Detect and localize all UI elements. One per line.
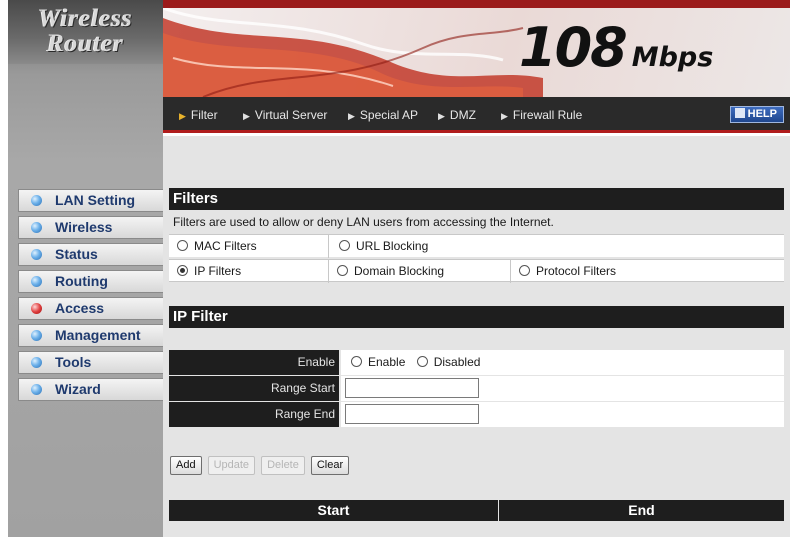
add-button[interactable]: Add [170, 456, 202, 475]
help-label: HELP [747, 108, 777, 120]
tab-label: Special AP [359, 108, 418, 122]
radio-label: URL Blocking [356, 239, 429, 253]
help-icon [734, 108, 745, 118]
arrow-right-icon: ▶ [438, 111, 445, 121]
arrow-right-icon: ▶ [243, 111, 250, 121]
arrow-right-icon: ▶ [179, 111, 186, 121]
filters-heading: Filters [169, 188, 784, 210]
radio-disabled[interactable]: Disabled [416, 355, 481, 369]
top-nav: ▶ Filter ▶ Virtual Server ▶ Special AP ▶ DMZ… [163, 97, 790, 133]
sidebar-item-access[interactable]: Access [18, 297, 163, 320]
enable-row: Enable Enable Disabled [169, 350, 784, 375]
range-end-cell [341, 402, 784, 427]
clear-button[interactable]: Clear [310, 456, 350, 475]
sidebar-item-tools[interactable]: Tools [18, 351, 163, 374]
sidebar-item-label: Tools [55, 354, 92, 370]
radio-label: IP Filters [194, 264, 242, 278]
logo-line-1: Wireless [38, 5, 133, 32]
radio-button[interactable] [416, 356, 428, 367]
radio-label: Domain Blocking [354, 264, 445, 278]
speed-badge: 108 Mbps [519, 16, 713, 86]
radio-label: Protocol Filters [536, 264, 617, 278]
radio-label: Disabled [433, 355, 481, 369]
bullet-icon [31, 384, 42, 395]
enable-value: Enable Disabled [341, 350, 784, 375]
sidebar-item-label: Access [55, 300, 105, 316]
tab-label: DMZ [449, 108, 476, 122]
sidebar-item-label: Wireless [55, 219, 113, 235]
sidebar-item-wizard[interactable]: Wizard [18, 378, 163, 401]
bullet-icon [31, 276, 42, 287]
arrow-right-icon: ▶ [501, 111, 508, 121]
sidebar-item-label: LAN Setting [55, 192, 136, 208]
update-button[interactable]: Update [207, 456, 256, 475]
tab-virtual-server[interactable]: ▶ Virtual Server [243, 97, 327, 134]
delete-button[interactable]: Delete [261, 456, 305, 475]
radio-label: Enable [368, 355, 406, 369]
sidebar-item-label: Wizard [55, 381, 101, 397]
sidebar: Wireless Router LAN Setting Wireless Sta… [8, 0, 163, 537]
radio-mac-filters[interactable]: MAC Filters [169, 235, 329, 258]
bullet-icon [31, 249, 42, 260]
radio-button[interactable] [351, 356, 362, 367]
range-end-input[interactable] [345, 404, 479, 424]
help-button[interactable]: HELP [729, 106, 784, 123]
bullet-icon [31, 357, 42, 368]
main-content: Filters Filters are used to allow or den… [163, 136, 790, 537]
tab-label: Filter [190, 108, 218, 122]
filters-row-2: IP Filters Domain Blocking Protocol Filt… [169, 259, 784, 283]
tab-label: Firewall Rule [512, 108, 583, 122]
sidebar-item-label: Management [55, 327, 141, 343]
radio-label: MAC Filters [194, 239, 257, 253]
tab-firewall-rule[interactable]: ▶ Firewall Rule [501, 97, 582, 134]
column-header-start: Start [169, 500, 499, 521]
arrow-right-icon: ▶ [348, 111, 355, 121]
tab-special-ap[interactable]: ▶ Special AP [348, 97, 418, 134]
logo: Wireless Router [8, 0, 163, 64]
radio-button[interactable] [177, 240, 188, 251]
bullet-active-icon [31, 303, 42, 314]
logo-line-2: Router [47, 30, 124, 57]
banner: 108 Mbps [163, 0, 790, 97]
sidebar-item-lan-setting[interactable]: LAN Setting [18, 189, 163, 212]
sidebar-item-status[interactable]: Status [18, 243, 163, 266]
radio-protocol-filters[interactable]: Protocol Filters [511, 260, 784, 283]
range-start-label: Range Start [169, 376, 339, 401]
tab-label: Virtual Server [254, 108, 328, 122]
range-start-input[interactable] [345, 378, 479, 398]
radio-domain-blocking[interactable]: Domain Blocking [329, 260, 511, 283]
range-start-cell [341, 376, 784, 401]
radio-button[interactable] [519, 265, 530, 276]
radio-button-checked[interactable] [177, 265, 188, 276]
speed-unit: Mbps [631, 42, 714, 73]
sidebar-item-wireless[interactable]: Wireless [18, 216, 163, 239]
bullet-icon [31, 330, 42, 341]
sidebar-item-label: Routing [55, 273, 108, 289]
sidebar-item-routing[interactable]: Routing [18, 270, 163, 293]
range-end-label: Range End [169, 402, 339, 427]
enable-label: Enable [169, 350, 339, 375]
range-start-row: Range Start [169, 376, 784, 401]
range-end-row: Range End [169, 402, 784, 427]
radio-button[interactable] [339, 240, 350, 251]
filters-description: Filters are used to allow or deny LAN us… [173, 215, 554, 229]
sidebar-menu: LAN Setting Wireless Status Routing Acce… [18, 189, 163, 405]
ip-filter-heading: IP Filter [169, 306, 784, 328]
speed-number: 108 [519, 16, 628, 79]
filters-row-1: MAC Filters URL Blocking [169, 234, 784, 258]
tab-filter[interactable]: ▶ Filter [179, 97, 218, 134]
radio-url-blocking[interactable]: URL Blocking [329, 235, 784, 258]
bullet-icon [31, 222, 42, 233]
button-bar: Add Update Delete Clear [170, 455, 355, 475]
column-header-end: End [628, 502, 655, 518]
bullet-icon [31, 195, 42, 206]
tab-dmz[interactable]: ▶ DMZ [438, 97, 476, 134]
radio-enable[interactable]: Enable [351, 355, 405, 369]
sidebar-item-management[interactable]: Management [18, 324, 163, 347]
radio-button[interactable] [337, 265, 348, 276]
table-header: Start End [169, 500, 784, 521]
sidebar-item-label: Status [55, 246, 98, 262]
radio-ip-filters[interactable]: IP Filters [169, 260, 329, 283]
